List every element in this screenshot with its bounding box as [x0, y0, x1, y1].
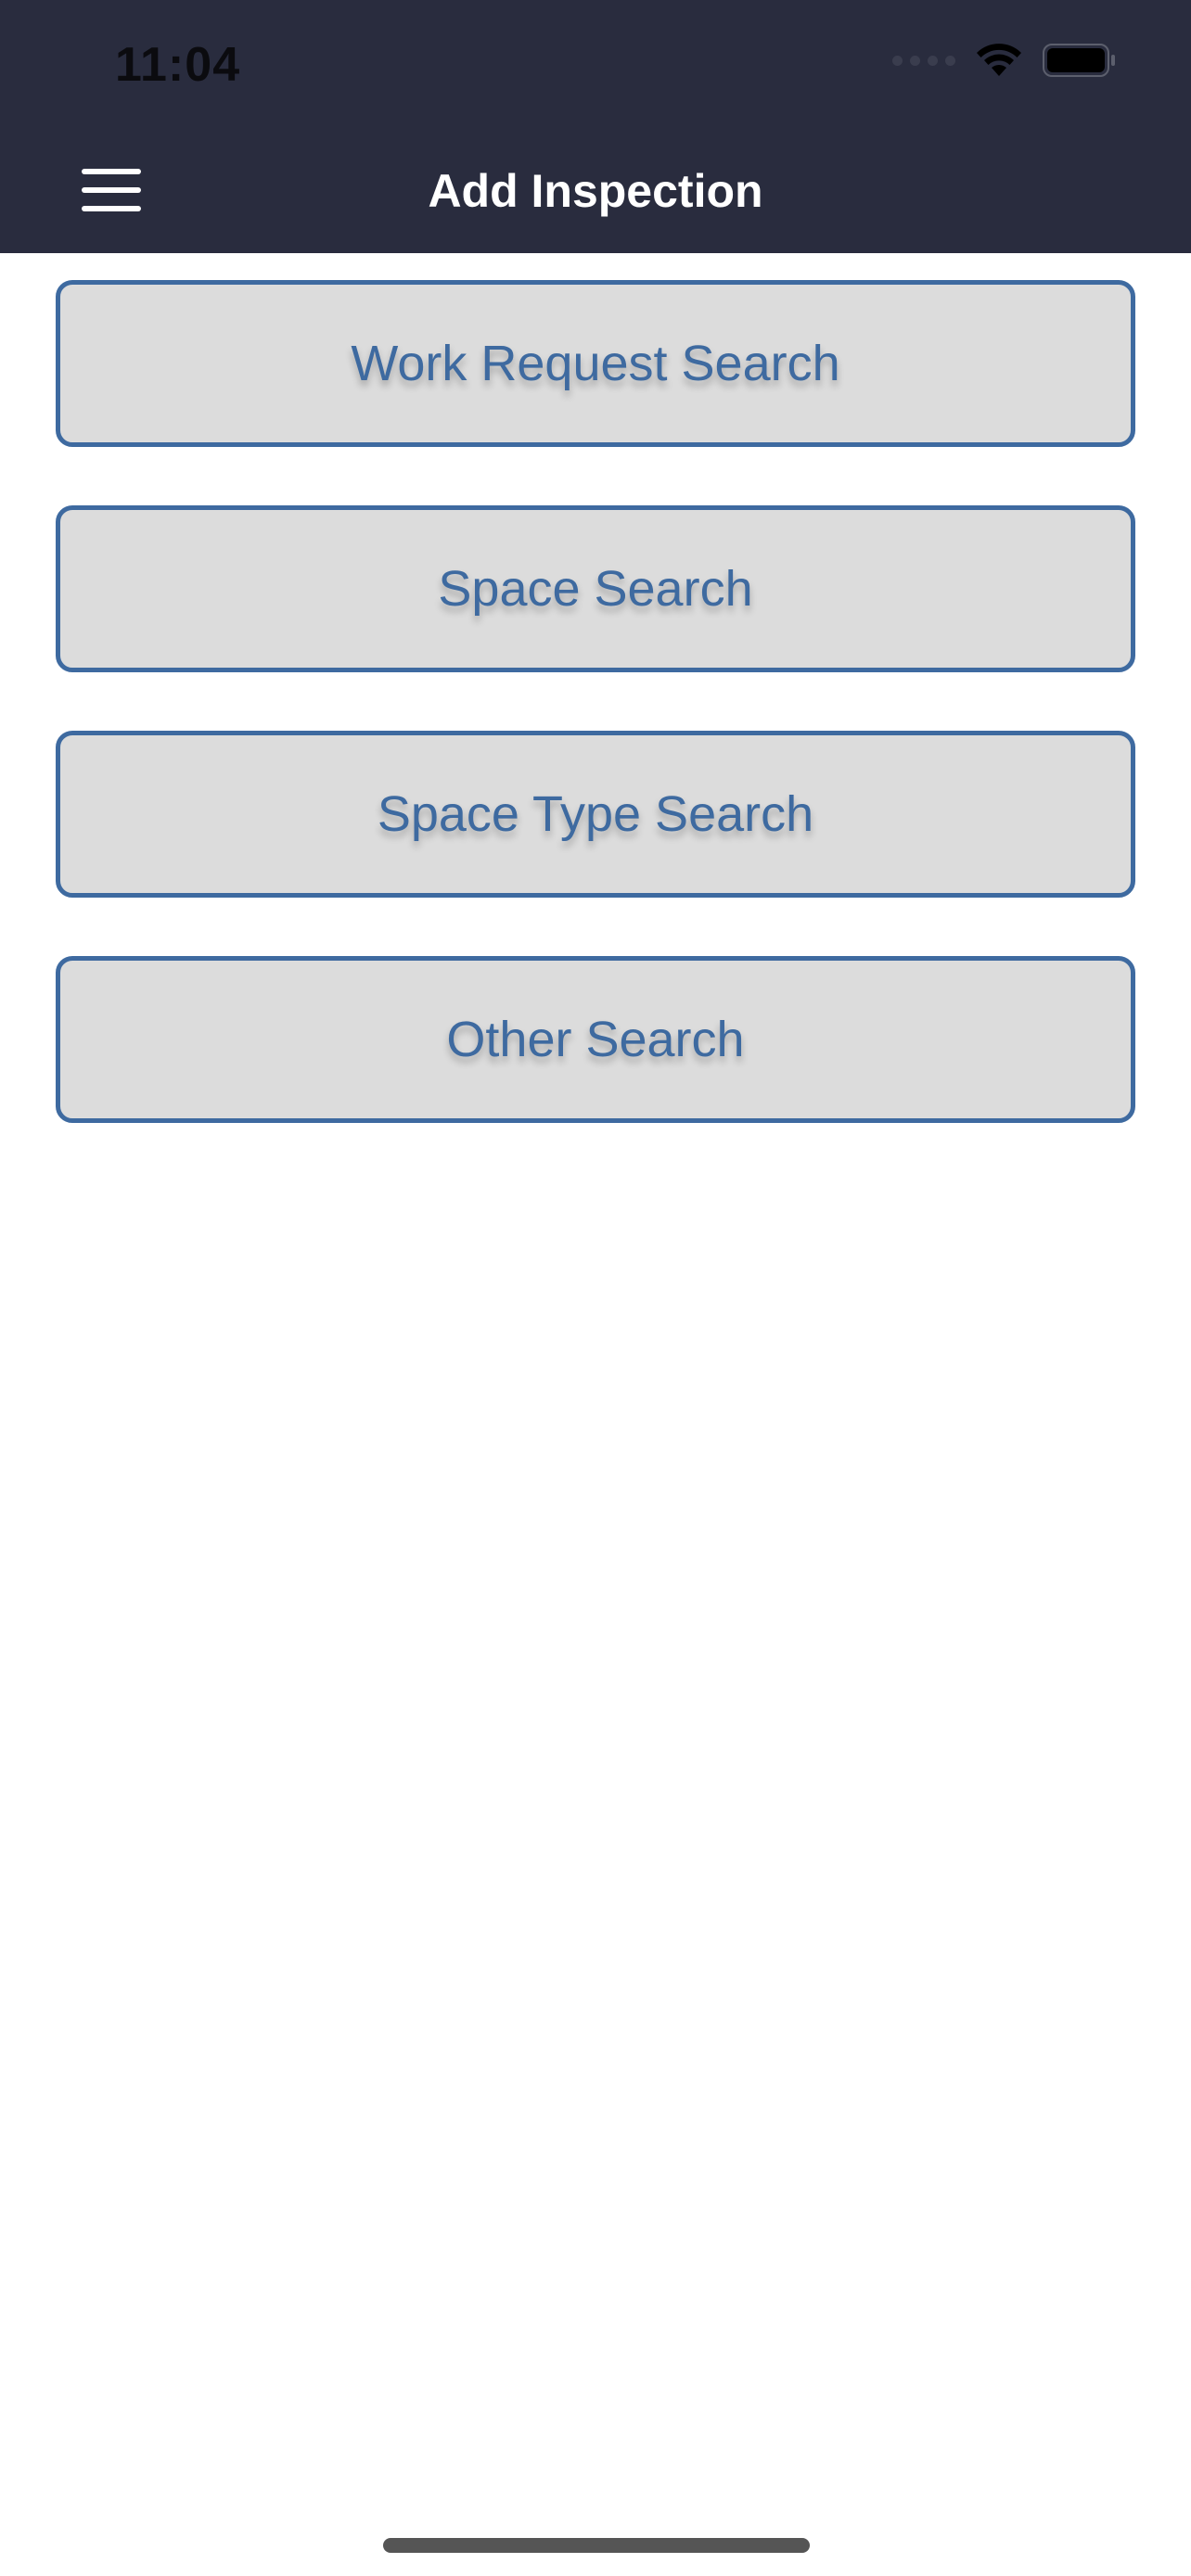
button-label: Work Request Search: [351, 336, 840, 391]
space-search-button[interactable]: Space Search: [56, 505, 1135, 672]
cellular-signal-icon: [892, 55, 955, 66]
status-time: 11:04: [115, 38, 241, 92]
battery-icon: [1043, 44, 1115, 77]
home-indicator[interactable]: [383, 2538, 810, 2553]
button-label: Space Search: [438, 561, 753, 617]
button-label: Other Search: [446, 1012, 745, 1067]
work-request-search-button[interactable]: Work Request Search: [56, 280, 1135, 447]
space-type-search-button[interactable]: Space Type Search: [56, 731, 1135, 898]
page-title: Add Inspection: [428, 165, 763, 217]
button-label: Space Type Search: [377, 786, 814, 842]
other-search-button[interactable]: Other Search: [56, 956, 1135, 1123]
search-options-list: Work Request Search Space Search Space T…: [56, 280, 1135, 1181]
wifi-icon: [977, 44, 1021, 76]
status-icons: [892, 43, 1117, 78]
navigation-header: 11:04 Add Inspection: [0, 0, 1191, 253]
